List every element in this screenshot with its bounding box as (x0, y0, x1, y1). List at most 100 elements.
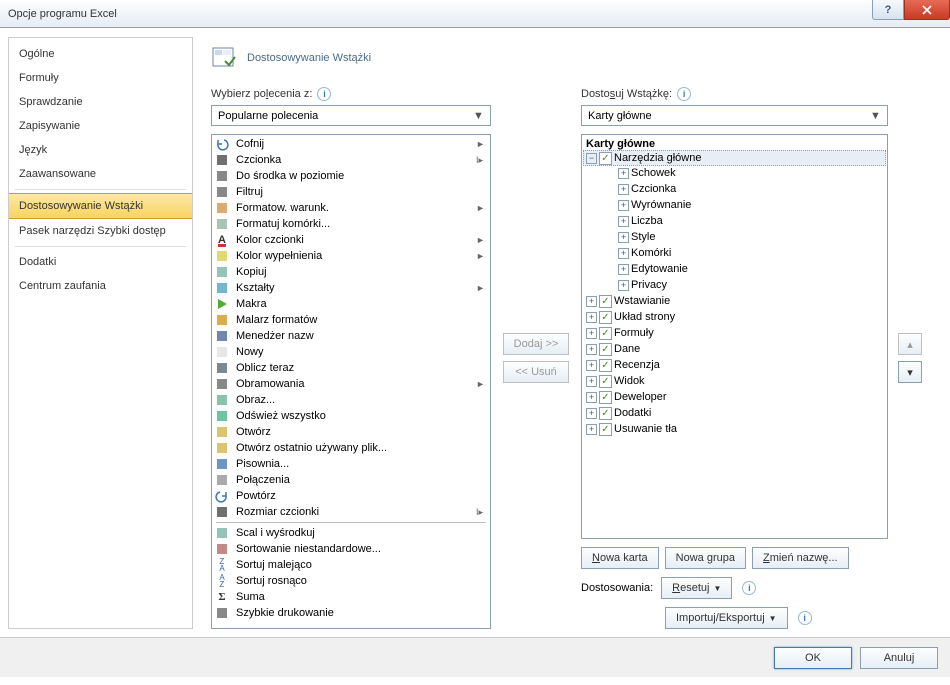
tree-row[interactable]: +✓ Dodatki (584, 405, 885, 421)
command-item[interactable]: Scal i wyśrodkuj (212, 525, 490, 541)
tree-row[interactable]: + Edytowanie (584, 261, 885, 277)
checkbox-icon[interactable]: ✓ (599, 152, 612, 165)
command-item[interactable]: Kształty ► (212, 280, 490, 296)
tree-row[interactable]: + Komórki (584, 245, 885, 261)
checkbox-icon[interactable]: ✓ (599, 423, 612, 436)
command-item[interactable]: Szybkie drukowanie (212, 605, 490, 621)
expand-icon[interactable]: + (618, 200, 629, 211)
move-up-button[interactable]: ▴ (898, 333, 922, 355)
expand-icon[interactable]: + (618, 232, 629, 243)
sidebar-item[interactable]: Zapisywanie (9, 114, 192, 138)
checkbox-icon[interactable]: ✓ (599, 407, 612, 420)
command-item[interactable]: Odśwież wszystko (212, 408, 490, 424)
help-button[interactable]: ? (872, 0, 904, 20)
tree-row[interactable]: + Style (584, 229, 885, 245)
command-item[interactable]: Powtórz (212, 488, 490, 504)
move-down-button[interactable]: ▾ (898, 361, 922, 383)
command-item[interactable]: Czcionka I▸ (212, 152, 490, 168)
expand-icon[interactable]: + (618, 280, 629, 291)
expand-icon[interactable]: + (586, 344, 597, 355)
cancel-button[interactable]: Anuluj (860, 647, 938, 669)
expand-icon[interactable]: + (586, 296, 597, 307)
expand-icon[interactable]: + (618, 216, 629, 227)
ok-button[interactable]: OK (774, 647, 852, 669)
command-item[interactable]: Cofnij ► (212, 136, 490, 152)
sidebar-item[interactable]: Język (9, 138, 192, 162)
new-group-button[interactable]: Nowa grupa (665, 547, 746, 569)
commands-from-combo[interactable]: Popularne polecenia ▼ (211, 105, 491, 126)
command-item[interactable]: Do środka w poziomie (212, 168, 490, 184)
command-item[interactable]: ZA Sortuj malejąco (212, 557, 490, 573)
command-item[interactable]: Formatuj komórki... (212, 216, 490, 232)
tree-row[interactable]: +✓ Recenzja (584, 357, 885, 373)
add-button[interactable]: Dodaj >> (503, 333, 569, 355)
command-item[interactable]: Obraz... (212, 392, 490, 408)
command-item[interactable]: Formatow. warunk. ► (212, 200, 490, 216)
command-item[interactable]: Kopiuj (212, 264, 490, 280)
sidebar-item[interactable]: Sprawdzanie (9, 90, 192, 114)
expand-icon[interactable]: + (618, 264, 629, 275)
expand-icon[interactable]: − (586, 153, 597, 164)
commands-listbox[interactable]: Cofnij ► Czcionka I▸ Do środka w poziomi… (211, 134, 491, 629)
ribbon-tree[interactable]: Karty główne−✓ Narzędzia główne+ Schowek… (581, 134, 888, 539)
checkbox-icon[interactable]: ✓ (599, 375, 612, 388)
rename-button[interactable]: Zmień nazwę... (752, 547, 849, 569)
sidebar-item[interactable]: Ogólne (9, 42, 192, 66)
tree-row[interactable]: +✓ Formuły (584, 325, 885, 341)
command-item[interactable]: Filtruj (212, 184, 490, 200)
info-icon[interactable]: i (677, 87, 691, 101)
tree-row[interactable]: + Wyrównanie (584, 197, 885, 213)
expand-icon[interactable]: + (586, 408, 597, 419)
import-export-button[interactable]: Importuj/Eksportuj▼ (665, 607, 788, 629)
info-icon[interactable]: i (798, 611, 812, 625)
expand-icon[interactable]: + (618, 248, 629, 259)
checkbox-icon[interactable]: ✓ (599, 391, 612, 404)
expand-icon[interactable]: + (586, 392, 597, 403)
sidebar-item[interactable]: Dodatki (9, 250, 192, 274)
info-icon[interactable]: i (742, 581, 756, 595)
command-item[interactable]: Nowy (212, 344, 490, 360)
new-tab-button[interactable]: Nowa karta (581, 547, 659, 569)
checkbox-icon[interactable]: ✓ (599, 359, 612, 372)
tree-row[interactable]: +✓ Układ strony (584, 309, 885, 325)
tree-row[interactable]: +✓ Dane (584, 341, 885, 357)
expand-icon[interactable]: + (618, 184, 629, 195)
customize-ribbon-combo[interactable]: Karty główne ▼ (581, 105, 888, 126)
command-item[interactable]: Σ Suma (212, 589, 490, 605)
sidebar-item[interactable]: Pasek narzędzi Szybki dostęp (9, 219, 192, 243)
checkbox-icon[interactable]: ✓ (599, 327, 612, 340)
tree-row[interactable]: + Schowek (584, 165, 885, 181)
checkbox-icon[interactable]: ✓ (599, 295, 612, 308)
expand-icon[interactable]: + (586, 376, 597, 387)
sidebar-item[interactable]: Zaawansowane (9, 162, 192, 186)
remove-button[interactable]: << Usuń (503, 361, 569, 383)
tree-row[interactable]: −✓ Narzędzia główne (583, 150, 886, 166)
tree-row[interactable]: +✓ Wstawianie (584, 293, 885, 309)
command-item[interactable]: Połączenia (212, 472, 490, 488)
tree-row[interactable]: +✓ Usuwanie tła (584, 421, 885, 437)
command-item[interactable]: AZ Sortuj rosnąco (212, 573, 490, 589)
tree-row[interactable]: +✓ Widok (584, 373, 885, 389)
command-item[interactable]: Menedżer nazw (212, 328, 490, 344)
checkbox-icon[interactable]: ✓ (599, 311, 612, 324)
expand-icon[interactable]: + (618, 168, 629, 179)
command-item[interactable]: Pisownia... (212, 456, 490, 472)
command-item[interactable]: Kolor wypełnienia ► (212, 248, 490, 264)
checkbox-icon[interactable]: ✓ (599, 343, 612, 356)
tree-row[interactable]: + Liczba (584, 213, 885, 229)
sidebar-item[interactable]: Centrum zaufania (9, 274, 192, 298)
command-item[interactable]: Obramowania ► (212, 376, 490, 392)
info-icon[interactable]: i (317, 87, 331, 101)
sidebar-item[interactable]: Dostosowywanie Wstążki (9, 193, 192, 219)
expand-icon[interactable]: + (586, 424, 597, 435)
expand-icon[interactable]: + (586, 328, 597, 339)
reset-button[interactable]: Resetuj▼ (661, 577, 732, 599)
command-item[interactable]: Otwórz ostatnio używany plik... (212, 440, 490, 456)
tree-row[interactable]: + Czcionka (584, 181, 885, 197)
command-item[interactable]: A Kolor czcionki ► (212, 232, 490, 248)
command-item[interactable]: Otwórz (212, 424, 490, 440)
command-item[interactable]: Sortowanie niestandardowe... (212, 541, 490, 557)
tree-row[interactable]: +✓ Deweloper (584, 389, 885, 405)
command-item[interactable]: Malarz formatów (212, 312, 490, 328)
sidebar-item[interactable]: Formuły (9, 66, 192, 90)
